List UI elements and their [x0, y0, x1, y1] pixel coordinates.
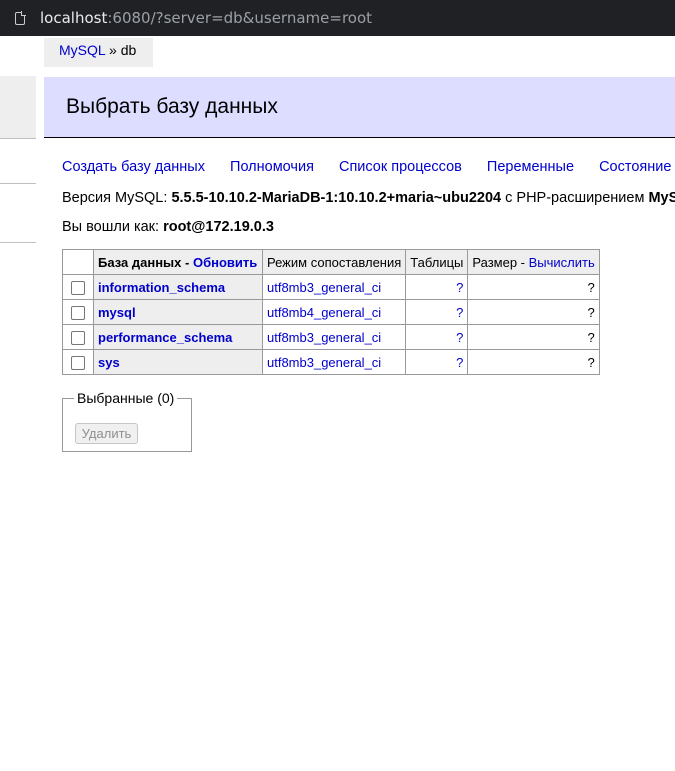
login-user: root@172.19.0.3: [163, 219, 274, 235]
selected-fieldset: Выбранные (0) Удалить: [62, 390, 192, 452]
tables-count-link[interactable]: ?: [456, 280, 463, 295]
database-link[interactable]: performance_schema: [98, 330, 232, 345]
size-value: ?: [467, 274, 600, 300]
refresh-link[interactable]: Обновить: [193, 255, 257, 270]
action-links: Создать базу данных Полномочия Список пр…: [62, 159, 675, 175]
sidebar-divider: [0, 242, 36, 243]
size-value: ?: [467, 299, 600, 325]
tables-count-link[interactable]: ?: [456, 305, 463, 320]
select-all-cell: [62, 249, 94, 275]
database-column-header: База данных - Обновить: [93, 249, 263, 275]
version-value: 5.5.5-10.10.2-MariaDB-1:10.10.2+maria~ub…: [171, 190, 502, 206]
create-database-link[interactable]: Создать базу данных: [62, 159, 205, 175]
size-value: ?: [467, 349, 600, 375]
row-checkbox[interactable]: [71, 280, 85, 295]
row-checkbox[interactable]: [71, 305, 85, 320]
status-link[interactable]: Состояние: [599, 159, 671, 175]
page-icon: [15, 10, 26, 25]
process-list-link[interactable]: Список процессов: [339, 159, 462, 175]
tables-count-link[interactable]: ?: [456, 330, 463, 345]
table-header-row: База данных - Обновить Режим сопоставлен…: [62, 249, 600, 275]
size-column-header: Размер - Вычислить: [467, 249, 600, 275]
tables-column-header: Таблицы: [405, 249, 469, 275]
database-link[interactable]: sys: [98, 355, 120, 370]
version-suffix: с PHP-расширением: [501, 190, 649, 206]
row-checkbox[interactable]: [71, 330, 85, 345]
url-host: localhost: [40, 9, 108, 27]
collation-column-header: Режим сопоставления: [261, 249, 407, 275]
login-info: Вы вошли как: root@172.19.0.3: [62, 219, 274, 235]
table-row: mysql utf8mb4_general_ci ? ?: [62, 299, 600, 325]
browser-address-bar[interactable]: localhost:6080/?server=db&username=root: [0, 0, 675, 36]
sidebar-fragment: [0, 76, 36, 139]
collation-link[interactable]: utf8mb3_general_ci: [267, 330, 381, 345]
delete-button[interactable]: Удалить: [75, 423, 138, 444]
breadcrumb-current: db: [120, 42, 137, 58]
version-info: Версия MySQL: 5.5.5-10.10.2-MariaDB-1:10…: [62, 190, 675, 206]
page-title: Выбрать базу данных: [66, 95, 278, 118]
privileges-link[interactable]: Полномочия: [230, 159, 314, 175]
url-path: :6080/?server=db&username=root: [107, 9, 373, 27]
row-checkbox[interactable]: [71, 355, 85, 370]
sidebar-divider: [0, 183, 36, 184]
database-link[interactable]: mysql: [98, 305, 136, 320]
page-header: Выбрать базу данных: [44, 77, 675, 138]
collation-link[interactable]: utf8mb4_general_ci: [267, 305, 381, 320]
database-link[interactable]: information_schema: [98, 280, 225, 295]
table-row: information_schema utf8mb3_general_ci ? …: [62, 274, 600, 300]
breadcrumb: MySQL » db: [44, 38, 153, 67]
selected-legend: Выбранные (0): [74, 390, 178, 406]
variables-link[interactable]: Переменные: [487, 159, 574, 175]
breadcrumb-separator: »: [105, 42, 121, 58]
tables-count-link[interactable]: ?: [456, 355, 463, 370]
php-extension: MyS: [648, 190, 675, 206]
collation-link[interactable]: utf8mb3_general_ci: [267, 355, 381, 370]
breadcrumb-server-link[interactable]: MySQL: [59, 42, 105, 58]
databases-table: База данных - Обновить Режим сопоставлен…: [62, 249, 600, 375]
table-row: sys utf8mb3_general_ci ? ?: [62, 349, 600, 375]
size-value: ?: [467, 324, 600, 350]
compute-size-link[interactable]: Вычислить: [529, 255, 595, 270]
version-label: Версия MySQL:: [62, 190, 172, 206]
login-label: Вы вошли как:: [62, 219, 164, 235]
collation-link[interactable]: utf8mb3_general_ci: [267, 280, 381, 295]
table-row: performance_schema utf8mb3_general_ci ? …: [62, 324, 600, 350]
